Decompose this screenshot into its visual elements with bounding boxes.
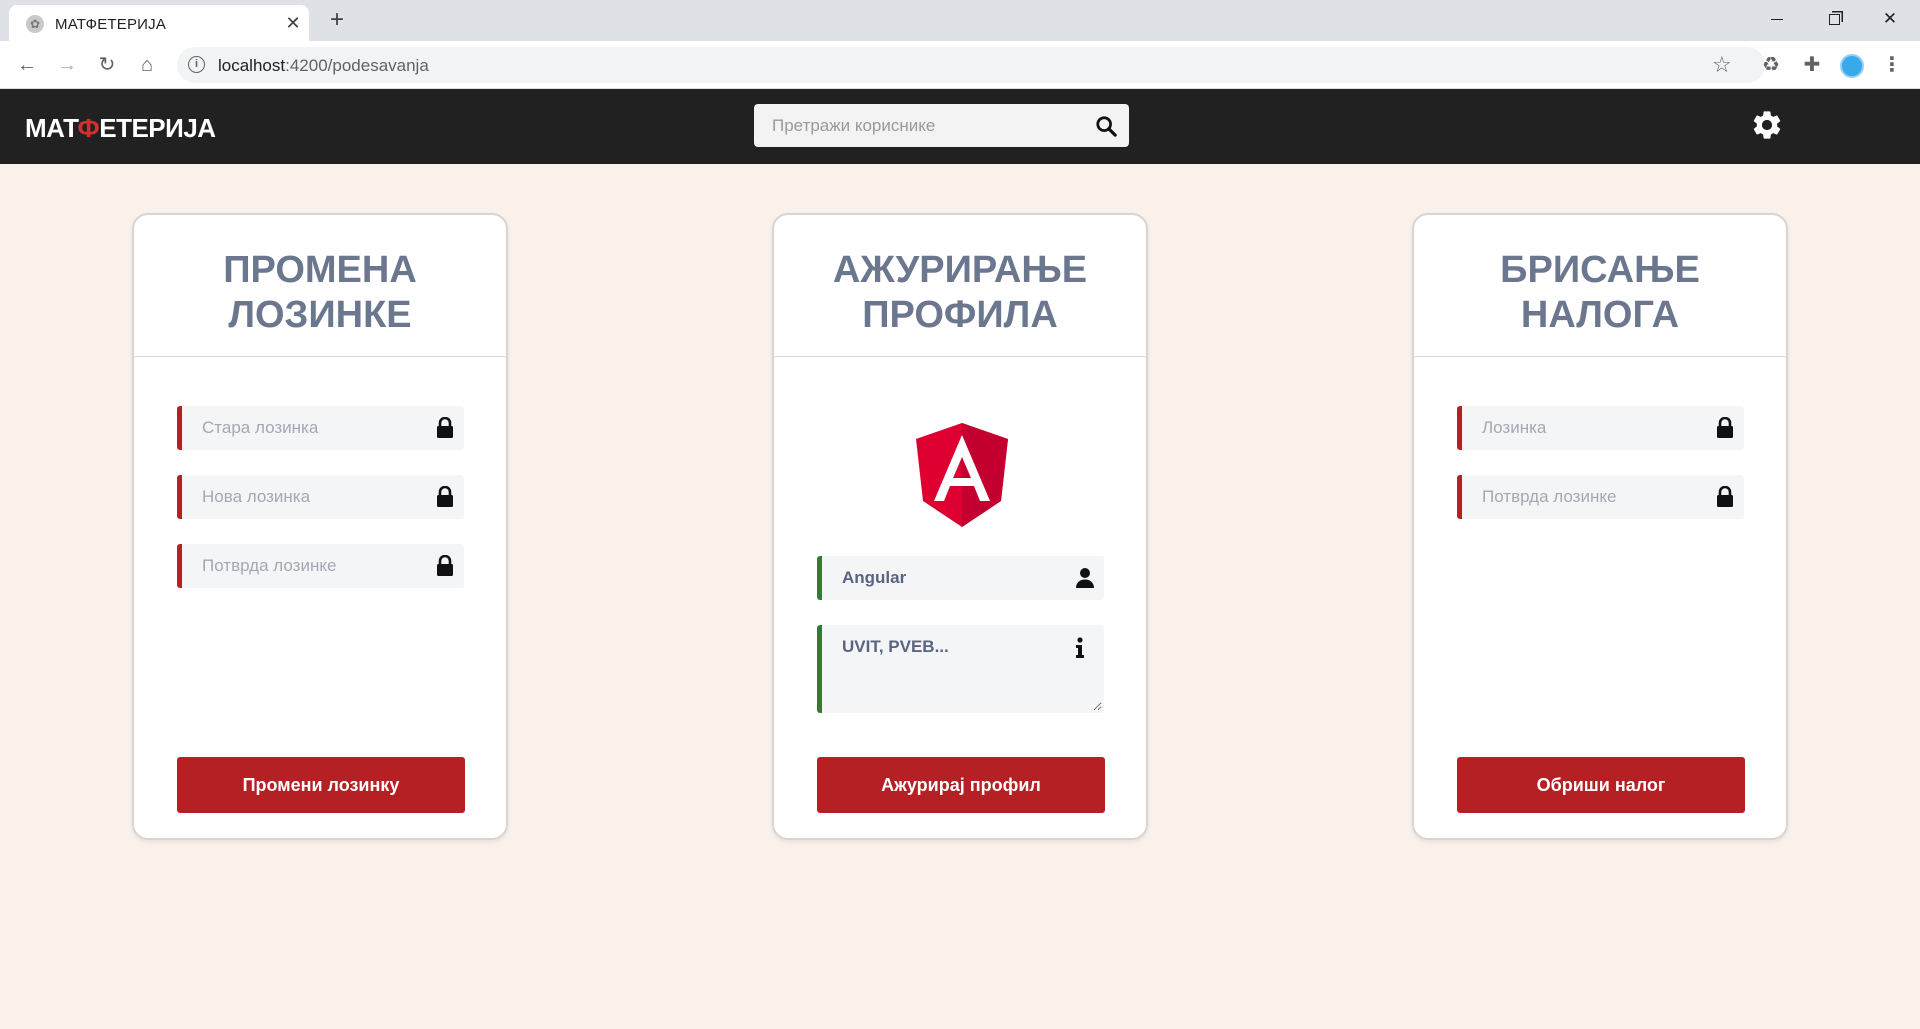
card-header: БРИСАЊЕ НАЛОГА — [1414, 215, 1786, 357]
tab-title: МАТФЕТЕРИЈА — [55, 16, 167, 33]
lock-icon — [437, 486, 453, 507]
tab-close-icon[interactable]: ✕ — [283, 13, 303, 33]
user-icon — [1076, 568, 1094, 588]
update-profile-button[interactable]: Ажурирај профил — [817, 757, 1105, 813]
logo-text-end: ЕТЕРИЈА — [99, 113, 216, 143]
confirm-password-field — [177, 544, 464, 588]
delete-password-input[interactable] — [1462, 406, 1702, 450]
window-restore-button[interactable] — [1817, 6, 1851, 32]
search-icon[interactable] — [1095, 115, 1117, 137]
lock-icon — [437, 555, 453, 576]
reload-icon[interactable]: ↻ — [93, 51, 121, 79]
browser-tab[interactable]: ✿ МАТФЕТЕРИЈА ✕ — [9, 5, 309, 41]
display-name-field — [817, 556, 1104, 600]
logo-text-red: Ф — [77, 113, 100, 143]
lock-icon — [1717, 417, 1733, 438]
url-host: localhost — [218, 56, 286, 75]
app-header: МАТФЕТЕРИЈА — [0, 89, 1920, 164]
card-header: ПРОМЕНА ЛОЗИНКЕ — [134, 215, 506, 357]
bookmark-star-icon[interactable]: ☆ — [1712, 52, 1732, 78]
delete-account-card: БРИСАЊЕ НАЛОГА Обриши налог — [1412, 213, 1788, 840]
new-password-input[interactable] — [182, 475, 422, 519]
change-password-card: ПРОМЕНА ЛОЗИНКЕ Промени лозинку — [132, 213, 508, 840]
back-arrow-icon[interactable]: ← — [13, 51, 41, 79]
address-bar[interactable]: i localhost:4200/podesavanja ☆ — [177, 47, 1765, 83]
extensions-puzzle-icon[interactable]: ✚ — [1798, 51, 1826, 79]
gear-icon[interactable] — [1750, 108, 1784, 142]
lock-icon — [437, 417, 453, 438]
tab-favicon-icon: ✿ — [26, 15, 44, 33]
browser-tab-bar: ✿ МАТФЕТЕРИЈА ✕ + ✕ — [0, 0, 1920, 41]
change-password-button[interactable]: Промени лозинку — [177, 757, 465, 813]
old-password-field — [177, 406, 464, 450]
change-password-title: ПРОМЕНА ЛОЗИНКЕ — [223, 249, 417, 336]
delete-password-field — [1457, 406, 1744, 450]
browser-toolbar: ← → ↻ ⌂ i localhost:4200/podesavanja ☆ ♻… — [0, 41, 1920, 89]
user-search-box — [754, 104, 1129, 147]
site-info-icon[interactable]: i — [188, 56, 205, 73]
logo-text-start: МАТ — [25, 113, 78, 143]
user-search-input[interactable] — [754, 104, 1084, 147]
delete-confirm-password-field — [1457, 475, 1744, 519]
info-icon — [1076, 637, 1084, 658]
url-path: :4200/podesavanja — [285, 56, 429, 75]
delete-confirm-password-input[interactable] — [1462, 475, 1702, 519]
app-logo[interactable]: МАТФЕТЕРИЈА — [25, 113, 216, 144]
recycle-extension-icon[interactable]: ♻ — [1757, 51, 1785, 79]
update-profile-card: АЖУРИРАЊЕ ПРОФИЛА UVIT, PVEB... Ажурирај… — [772, 213, 1148, 840]
new-password-field — [177, 475, 464, 519]
window-minimize-button[interactable] — [1760, 6, 1794, 32]
forward-arrow-icon[interactable]: → — [53, 51, 81, 79]
window-close-button[interactable]: ✕ — [1873, 6, 1907, 32]
delete-account-button[interactable]: Обриши налог — [1457, 757, 1745, 813]
old-password-input[interactable] — [182, 406, 422, 450]
home-icon[interactable]: ⌂ — [133, 51, 161, 79]
browser-menu-icon[interactable]: ⋮ — [1878, 51, 1906, 79]
angular-logo[interactable] — [914, 423, 1010, 527]
bio-textarea[interactable]: UVIT, PVEB... — [822, 625, 1102, 711]
lock-icon — [1717, 486, 1733, 507]
bio-field: UVIT, PVEB... — [817, 625, 1104, 713]
confirm-password-input[interactable] — [182, 544, 422, 588]
card-header: АЖУРИРАЊЕ ПРОФИЛА — [774, 215, 1146, 357]
profile-avatar-icon[interactable] — [1838, 51, 1866, 79]
new-tab-icon[interactable]: + — [325, 8, 349, 32]
delete-account-title: БРИСАЊЕ НАЛОГА — [1500, 249, 1700, 336]
update-profile-title: АЖУРИРАЊЕ ПРОФИЛА — [832, 249, 1088, 336]
address-url[interactable]: localhost:4200/podesavanja — [218, 56, 429, 76]
display-name-input[interactable] — [822, 556, 1062, 600]
